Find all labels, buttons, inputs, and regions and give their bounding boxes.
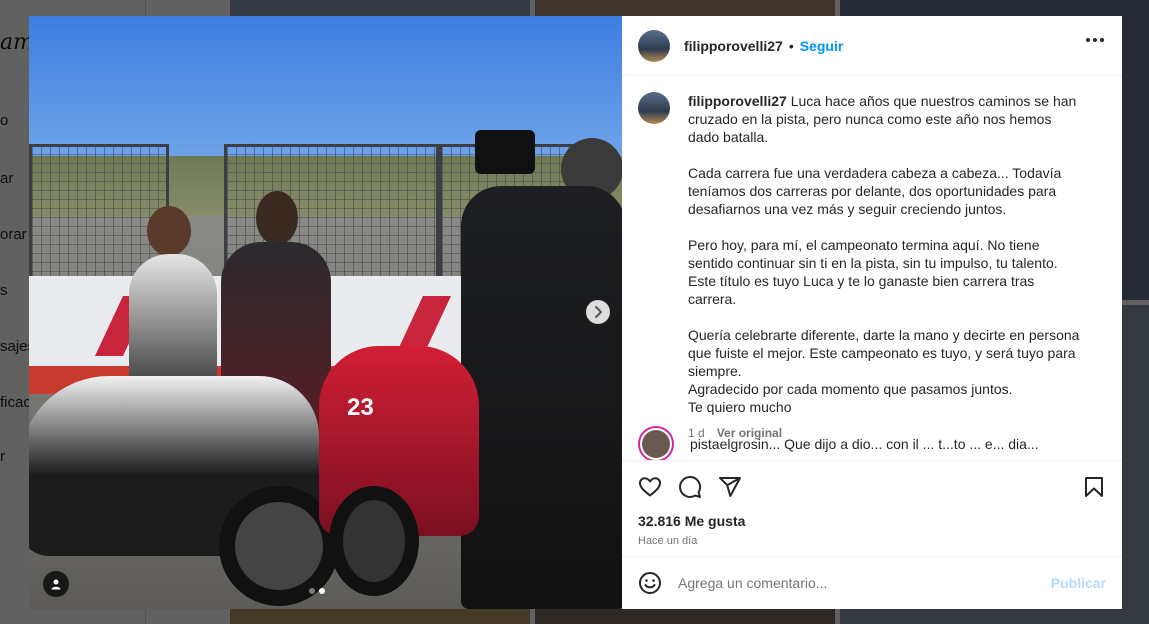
caption-paragraph: Pero hoy, para mí, el campeonato termina…: [688, 237, 1058, 307]
photo-rider-head: [147, 206, 191, 256]
caption-line: Agradecido por cada momento que pasamos …: [688, 381, 1013, 397]
carousel-indicator: [309, 588, 325, 594]
emoji-button[interactable]: [638, 571, 662, 595]
header-separator: •: [788, 37, 794, 54]
post-actions: 32.816 Me gusta Hace un día: [622, 460, 1122, 556]
like-button[interactable]: [638, 475, 662, 499]
caption-gap: [688, 218, 1084, 236]
more-dot: [1100, 38, 1104, 42]
commenter-avatar-image: [642, 430, 670, 458]
follow-button[interactable]: Seguir: [800, 38, 844, 54]
photo-camera: [475, 130, 535, 174]
photo-camera-operator: [461, 186, 622, 609]
post-header: filipporovelli27 • Seguir: [622, 16, 1122, 76]
more-dot: [1093, 38, 1097, 42]
chevron-right-icon: [595, 306, 602, 318]
comment-text: pistaelgrosin... Que dijo a dio... con i…: [690, 436, 1039, 452]
publish-button[interactable]: Publicar: [1051, 575, 1106, 591]
post-timestamp[interactable]: Hace un día: [638, 535, 1106, 547]
save-button[interactable]: [1082, 475, 1106, 499]
carousel-dot: [309, 588, 315, 594]
carousel-next-button[interactable]: [586, 300, 610, 324]
carousel-dot-active: [319, 588, 325, 594]
paper-plane-icon: [719, 477, 741, 497]
more-options-button[interactable]: [1086, 38, 1104, 42]
caption-gap: [688, 308, 1084, 326]
photo-bike-wheel: [329, 486, 419, 596]
comment-button[interactable]: [678, 475, 702, 499]
photo-rider-head: [256, 191, 298, 245]
caption-username[interactable]: filipporovelli27: [688, 93, 787, 109]
likes-count[interactable]: 32.816 Me gusta: [638, 513, 1106, 529]
caption-gap: [688, 146, 1084, 164]
comment-bubble-icon: [679, 476, 702, 498]
smiley-icon: [639, 572, 661, 594]
caption-paragraph: Quería celebrarte diferente, darte la ma…: [688, 327, 1080, 379]
caption-line: Te quiero mucho: [688, 399, 792, 415]
bookmark-icon: [1085, 477, 1103, 497]
comment-input[interactable]: [678, 575, 1051, 591]
post-modal: 23 filipporovelli27 • Seguir filipporove…: [29, 16, 1122, 609]
post-media[interactable]: 23: [29, 16, 622, 609]
caption-paragraph: filipporovelli27 Luca hace años que nues…: [688, 92, 1084, 146]
more-horizontal-icon: [1086, 38, 1090, 42]
author-username[interactable]: filipporovelli27: [684, 38, 783, 54]
author-avatar[interactable]: [638, 29, 670, 62]
commenter-avatar[interactable]: [638, 426, 674, 460]
caption-body: filipporovelli27 Luca hace años que nues…: [688, 92, 1084, 442]
caption-paragraph: Cada carrera fue una verdadera cabeza a …: [688, 165, 1062, 217]
comment-item: pistaelgrosin... Que dijo a dio... con i…: [638, 426, 1039, 460]
action-icons: [638, 467, 1106, 507]
photo-bike-number: 23: [347, 394, 374, 421]
user-tag-icon: [51, 579, 61, 590]
caption-avatar[interactable]: [638, 92, 670, 124]
post-side-panel: filipporovelli27 • Seguir filipporovelli…: [622, 16, 1122, 609]
caption: filipporovelli27 Luca hace años que nues…: [638, 92, 1106, 442]
heart-icon: [639, 477, 661, 497]
add-comment-bar: Publicar: [622, 556, 1122, 609]
tagged-users-button[interactable]: [43, 571, 69, 597]
share-button[interactable]: [718, 475, 742, 499]
comments-section[interactable]: filipporovelli27 Luca hace años que nues…: [622, 76, 1122, 460]
